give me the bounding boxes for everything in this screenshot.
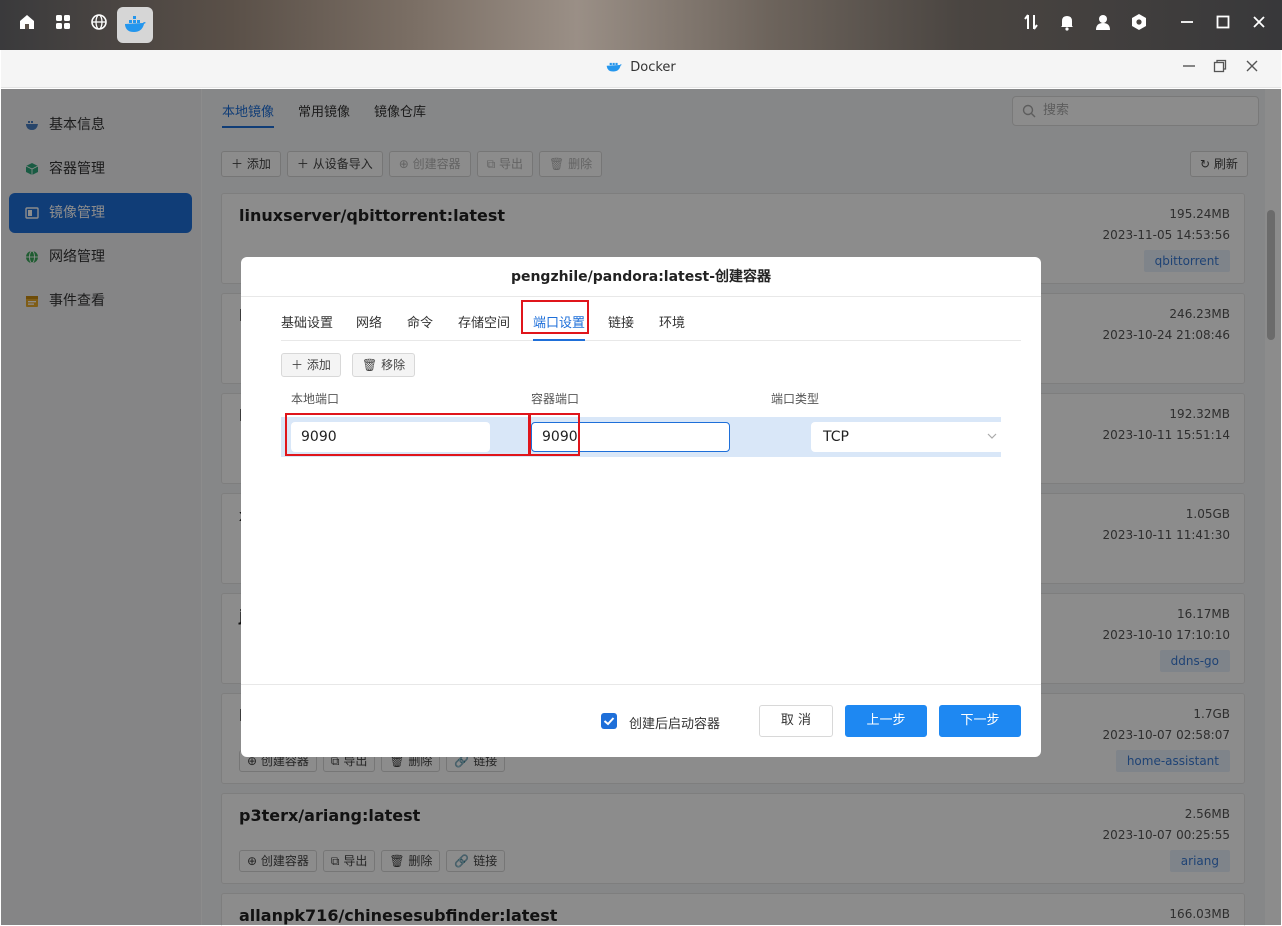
- restore-icon[interactable]: [1209, 58, 1231, 80]
- minimize-icon[interactable]: [1178, 58, 1200, 80]
- window-titlebar: Docker: [1, 50, 1281, 88]
- tab-storage[interactable]: 存储空间: [458, 312, 510, 341]
- port-type-select[interactable]: TCP: [811, 422, 1010, 452]
- highlight-port-tab: [521, 300, 589, 334]
- previous-step-button[interactable]: 上一步: [845, 705, 927, 737]
- col-container-port: 容器端口: [531, 392, 580, 406]
- os-maximize-icon[interactable]: [1211, 13, 1235, 37]
- port-type-value: TCP: [823, 429, 849, 445]
- close-icon[interactable]: [1241, 58, 1263, 80]
- dialog-title: pengzhile/pandora:latest-创建容器: [241, 257, 1041, 297]
- os-taskbar: [0, 0, 1282, 50]
- start-after-create-label: 创建后启动容器: [629, 717, 721, 732]
- tab-basic-settings[interactable]: 基础设置: [281, 312, 333, 341]
- globe-icon[interactable]: [87, 13, 111, 37]
- user-icon[interactable]: [1091, 13, 1115, 37]
- tab-network[interactable]: 网络: [356, 312, 382, 341]
- col-port-type: 端口类型: [771, 392, 820, 406]
- dialog-tabs: 基础设置 网络 命令 存储空间 端口设置 链接 环境: [281, 312, 1021, 341]
- apps-grid-icon[interactable]: [51, 13, 75, 37]
- next-step-button[interactable]: 下一步: [939, 705, 1021, 737]
- settings-hex-icon[interactable]: [1127, 13, 1151, 37]
- os-close-icon[interactable]: [1247, 13, 1271, 37]
- remove-port-button[interactable]: 🗑 移除: [352, 353, 416, 377]
- cancel-button[interactable]: 取 消: [759, 705, 833, 737]
- highlight-container-port: [528, 413, 580, 456]
- check-icon: [603, 717, 615, 726]
- docker-app-icon[interactable]: [117, 7, 153, 43]
- tab-links[interactable]: 链接: [608, 312, 634, 341]
- chevron-down-icon: [986, 422, 998, 464]
- window-title-text: Docker: [630, 60, 676, 75]
- remove-port-label: 移除: [381, 358, 406, 372]
- highlight-local-port: [285, 413, 531, 456]
- trash-icon: 🗑: [362, 358, 378, 372]
- col-local-port: 本地端口: [291, 392, 340, 406]
- dialog-footer-divider: [241, 684, 1041, 685]
- tab-command[interactable]: 命令: [407, 312, 433, 341]
- tab-environment[interactable]: 环境: [659, 312, 685, 341]
- transfer-icon[interactable]: [1019, 13, 1043, 37]
- home-icon[interactable]: [15, 13, 39, 37]
- add-port-label: 添加: [306, 358, 331, 372]
- window-title: Docker: [1, 60, 1281, 75]
- create-container-dialog: pengzhile/pandora:latest-创建容器 基础设置 网络 命令…: [241, 257, 1041, 757]
- bell-icon[interactable]: [1055, 13, 1079, 37]
- docker-icon: [607, 62, 623, 72]
- add-port-button[interactable]: ＋ 添加: [281, 353, 341, 377]
- os-minimize-icon[interactable]: [1175, 13, 1199, 37]
- start-after-create-checkbox[interactable]: [601, 713, 617, 729]
- plus-icon: ＋: [291, 358, 304, 372]
